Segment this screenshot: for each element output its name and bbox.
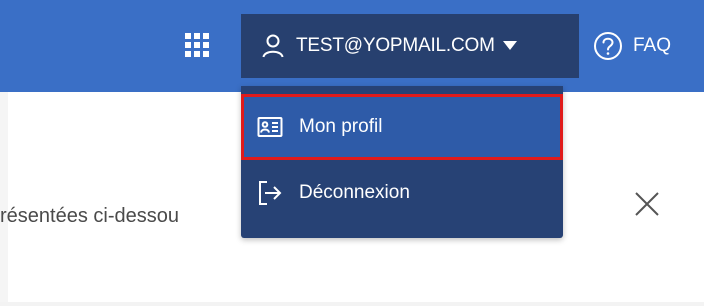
logout-icon	[259, 181, 282, 205]
faq-button[interactable]: FAQ	[593, 31, 671, 61]
user-email: TEST@YOPMAIL.COM	[296, 35, 495, 56]
menu-item-profile[interactable]: Mon profil	[241, 94, 563, 160]
menu-item-logout[interactable]: Déconnexion	[241, 160, 563, 226]
menu-item-label: Mon profil	[299, 116, 383, 137]
id-card-icon	[257, 117, 283, 137]
menu-item-label: Déconnexion	[299, 182, 410, 203]
content-edge	[0, 92, 8, 302]
faq-label: FAQ	[633, 35, 672, 56]
user-icon	[262, 34, 284, 58]
help-circle-icon	[594, 32, 622, 60]
caret-down-icon	[502, 41, 517, 50]
apps-button[interactable]	[185, 33, 209, 57]
top-navigation-bar: TEST@YOPMAIL.COM FAQ	[0, 0, 704, 92]
grid-icon	[185, 33, 209, 57]
divider	[0, 302, 704, 306]
user-menu-button[interactable]: TEST@YOPMAIL.COM	[241, 14, 579, 78]
user-dropdown-menu: Mon profil Déconnexion	[241, 86, 563, 238]
body-text: résentées ci-dessou	[0, 205, 179, 227]
close-icon[interactable]	[632, 189, 662, 219]
